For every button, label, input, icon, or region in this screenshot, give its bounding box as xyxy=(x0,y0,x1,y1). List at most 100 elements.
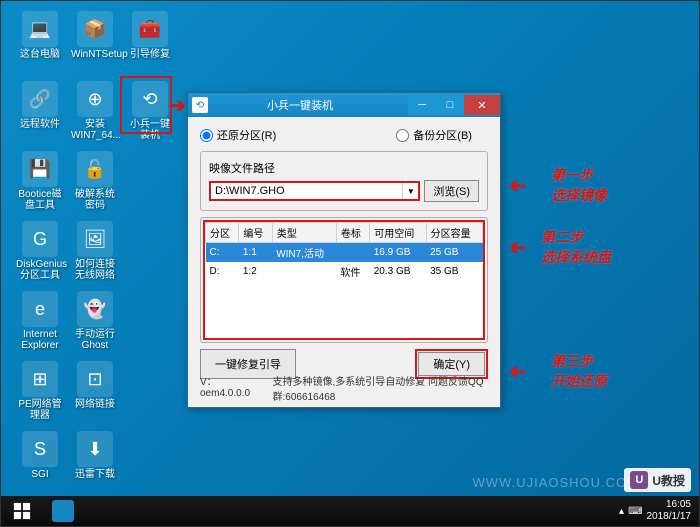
desktop-icon-13[interactable]: ⊡ 网络链接 xyxy=(71,361,119,410)
image-path-section: 映像文件路径 ▼ 浏览(S) xyxy=(200,151,488,211)
table-cell: 16.9 GB xyxy=(370,243,426,263)
table-cell: 20.3 GB xyxy=(370,262,426,281)
desktop-icon-glyph: ⬇ xyxy=(77,431,113,467)
desktop-icon-label: WinNTSetup xyxy=(71,49,119,60)
minimize-button[interactable]: ─ xyxy=(408,95,436,115)
desktop-icon-label: Bootice磁盘工具 xyxy=(16,189,64,211)
desktop-icon-label: DiskGenius分区工具 xyxy=(16,259,64,281)
table-header[interactable]: 可用空间 xyxy=(370,223,426,243)
table-cell xyxy=(272,262,336,281)
path-label: 映像文件路径 xyxy=(209,160,479,176)
desktop-icon-14[interactable]: SSGI xyxy=(16,431,64,480)
table-header[interactable]: 分区容量 xyxy=(426,223,482,243)
arrow-step3: ➔ xyxy=(509,359,526,384)
desktop-icon-label: 破解系统密码 xyxy=(71,189,119,211)
desktop-icon-1[interactable]: 📦 WinNTSetup xyxy=(71,11,119,60)
desktop-icon-glyph: 👻 xyxy=(77,291,113,327)
desktop-icon-9[interactable]: 🖼如何连接无线网络 xyxy=(71,221,119,281)
desktop-icon-3[interactable]: 🔗远程软件 xyxy=(16,81,64,130)
annotation-step3: 第三步 开始还原 xyxy=(551,351,607,391)
desktop-icon-4[interactable]: ⊕安装WIN7_64... xyxy=(71,81,119,141)
annotation-step1: 第一步 选择镜像 xyxy=(551,165,607,205)
table-row[interactable]: C:1:1WIN7,活动16.9 GB25 GB xyxy=(206,243,483,263)
annotation-step2: 第二步 选择系统盘 xyxy=(541,227,611,267)
desktop-icon-glyph: S xyxy=(22,431,58,467)
table-header[interactable]: 类型 xyxy=(272,223,336,243)
maximize-button[interactable]: □ xyxy=(436,95,464,115)
radio-restore-input[interactable] xyxy=(200,129,213,142)
desktop-icon-label: 引导修复 xyxy=(126,49,174,60)
table-cell xyxy=(336,243,369,263)
start-button[interactable] xyxy=(1,496,43,526)
table-row[interactable]: D:1:2 软件20.3 GB35 GB xyxy=(206,262,483,281)
tray-keyboard-icon[interactable]: ⌨ xyxy=(628,506,642,517)
desktop-icon-11[interactable]: 👻手动运行Ghost xyxy=(71,291,119,351)
table-cell: 35 GB xyxy=(426,262,482,281)
desktop-icon-15[interactable]: ⬇ 迅雷下载 xyxy=(71,431,119,480)
arrow-step2: ➔ xyxy=(509,235,526,260)
tray-up-arrow-icon[interactable]: ▴ xyxy=(619,506,624,517)
partition-table[interactable]: 分区编号类型卷标可用空间分区容量 C:1:1WIN7,活动16.9 GB25 G… xyxy=(205,222,483,281)
desktop-icon-label: Internet Explorer xyxy=(16,329,64,351)
desktop-icon-glyph: e xyxy=(22,291,58,327)
dialog-title-bar[interactable]: ⟲ 小兵一键装机 ─ □ ✕ xyxy=(188,93,500,117)
desktop-icon-label: 这台电脑 xyxy=(16,49,64,60)
arrow-selected-to-dialog: ➔ xyxy=(169,93,186,118)
close-button[interactable]: ✕ xyxy=(464,95,500,115)
taskbar-app-installer[interactable] xyxy=(43,496,83,526)
desktop-icon-0[interactable]: 💻这台电脑 xyxy=(16,11,64,60)
table-cell: WIN7,活动 xyxy=(272,243,336,263)
desktop-icon-12[interactable]: ⊞PE网络管理器 xyxy=(16,361,64,421)
table-header[interactable]: 编号 xyxy=(239,223,272,243)
desktop-icon-label: PE网络管理器 xyxy=(16,399,64,421)
taskbar-clock[interactable]: 16:05 2018/1/17 xyxy=(647,499,692,523)
desktop-icon-6[interactable]: 💾Bootice磁盘工具 xyxy=(16,151,64,211)
desktop-icon-glyph: ⊕ xyxy=(77,81,113,117)
windows-logo-icon xyxy=(13,502,31,520)
selected-icon-highlight xyxy=(120,76,172,134)
taskbar: ▴ ⌨ 16:05 2018/1/17 xyxy=(1,496,699,526)
desktop-icon-label: 安装WIN7_64... xyxy=(71,119,119,141)
desktop-icon-glyph: ⊞ xyxy=(22,361,58,397)
radio-backup[interactable]: 备份分区(B) xyxy=(396,127,472,143)
table-cell: 25 GB xyxy=(426,243,482,263)
status-version: V：oem4.0.0.0 xyxy=(200,373,252,403)
status-support: 支持多种镜像,多系统引导自动修复 问题反馈QQ群:606616468 xyxy=(272,373,488,403)
install-dialog: ⟲ 小兵一键装机 ─ □ ✕ 还原分区(R) 备份分区(B) 映像文件路径 ▼ xyxy=(187,92,501,408)
desktop-icon-10[interactable]: eInternet Explorer xyxy=(16,291,64,351)
watermark-badge: U U教授 xyxy=(624,468,691,492)
desktop-icon-label: 如何连接无线网络 xyxy=(71,259,119,281)
dialog-title: 小兵一键装机 xyxy=(212,97,388,113)
desktop-icon-label: 手动运行Ghost xyxy=(71,329,119,351)
desktop-icon-label: 网络链接 xyxy=(71,399,119,410)
desktop-icon-glyph: ⊡ xyxy=(77,361,113,397)
watermark-url: WWW.UJIAOSHOU.COM xyxy=(473,475,640,490)
browse-button[interactable]: 浏览(S) xyxy=(424,180,479,202)
path-highlight-box: ▼ xyxy=(209,181,420,201)
desktop-icon-2[interactable]: 🧰 引导修复 xyxy=(126,11,174,60)
radio-restore[interactable]: 还原分区(R) xyxy=(200,127,276,143)
dialog-icon: ⟲ xyxy=(192,97,208,113)
table-header[interactable]: 卷标 xyxy=(336,223,369,243)
desktop-icon-7[interactable]: 🔓破解系统密码 xyxy=(71,151,119,211)
desktop-icon-label: 迅雷下载 xyxy=(71,469,119,480)
table-header[interactable]: 分区 xyxy=(206,223,239,243)
desktop-icon-glyph: 🔓 xyxy=(77,151,113,187)
system-tray: ▴ ⌨ 16:05 2018/1/17 xyxy=(619,499,699,523)
table-cell: 1:1 xyxy=(239,243,272,263)
desktop-icon-glyph: 🧰 xyxy=(132,11,168,47)
desktop-icon-glyph: 🔗 xyxy=(22,81,58,117)
desktop-icon-8[interactable]: GDiskGenius分区工具 xyxy=(16,221,64,281)
partition-table-highlight: 分区编号类型卷标可用空间分区容量 C:1:1WIN7,活动16.9 GB25 G… xyxy=(203,220,485,340)
table-cell: 1:2 xyxy=(239,262,272,281)
desktop-icon-glyph: 🖼 xyxy=(77,221,113,257)
radio-backup-input[interactable] xyxy=(396,129,409,142)
desktop-icon-glyph: 📦 xyxy=(77,11,113,47)
partition-table-section: 分区编号类型卷标可用空间分区容量 C:1:1WIN7,活动16.9 GB25 G… xyxy=(200,217,488,343)
table-cell: 软件 xyxy=(336,262,369,281)
image-path-input[interactable] xyxy=(211,183,402,199)
path-dropdown-arrow[interactable]: ▼ xyxy=(402,183,418,199)
desktop-icon-glyph: 💾 xyxy=(22,151,58,187)
desktop-icon-glyph: G xyxy=(22,221,58,257)
table-cell: D: xyxy=(206,262,239,281)
